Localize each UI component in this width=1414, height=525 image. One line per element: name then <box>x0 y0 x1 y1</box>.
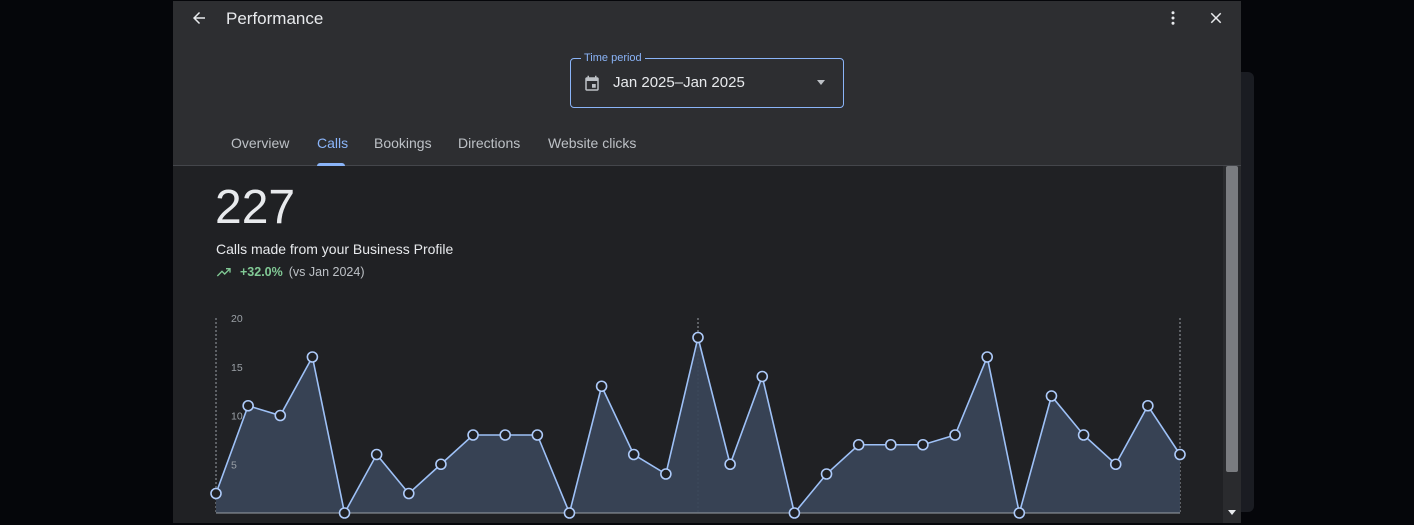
more-options-button[interactable] <box>1161 6 1185 30</box>
close-icon <box>1210 12 1222 24</box>
calls-content: 227 Calls made from your Business Profil… <box>173 166 1223 523</box>
data-point[interactable] <box>949 429 961 441</box>
data-point[interactable] <box>1174 448 1186 461</box>
data-point[interactable] <box>756 370 769 383</box>
data-point[interactable] <box>274 409 287 422</box>
time-period-select[interactable]: Time period Jan 2025–Jan 2025 <box>570 51 844 108</box>
data-point[interactable] <box>467 429 479 441</box>
data-point[interactable] <box>1077 429 1090 441</box>
close-button[interactable] <box>1204 6 1228 30</box>
data-point[interactable] <box>370 448 383 461</box>
data-point[interactable] <box>820 468 833 480</box>
data-point[interactable] <box>338 507 351 519</box>
tab-bar: Overview Calls Bookings Directions Websi… <box>173 123 1241 166</box>
calendar-icon <box>585 75 599 91</box>
arrow-back-icon <box>193 12 205 24</box>
scrollbar[interactable] <box>1223 166 1241 523</box>
scrollbar-thumb[interactable] <box>1226 166 1238 472</box>
y-tick-label: 10 <box>231 411 243 423</box>
back-button[interactable] <box>187 6 211 30</box>
data-point[interactable] <box>1045 390 1058 402</box>
scroll-down-arrow-icon[interactable] <box>1228 510 1236 515</box>
background-panel-edge <box>1240 72 1254 512</box>
tab-calls[interactable]: Calls <box>317 135 348 151</box>
data-point[interactable] <box>660 468 672 480</box>
data-point[interactable] <box>788 507 801 519</box>
tab-bookings[interactable]: Bookings <box>374 135 432 151</box>
tab-website-clicks[interactable]: Website clicks <box>548 135 636 151</box>
data-point[interactable] <box>917 438 929 451</box>
more-vert-icon <box>1171 11 1175 25</box>
data-point[interactable] <box>595 380 608 393</box>
y-tick-label: 15 <box>231 362 243 374</box>
calls-chart: 20 15 10 5 <box>210 313 1186 519</box>
time-period-label: Time period <box>581 51 645 65</box>
y-tick-label: 5 <box>231 459 237 471</box>
dialog-header: Performance Time period Jan 2025–Jan 202… <box>173 1 1241 166</box>
data-point[interactable] <box>531 429 544 441</box>
data-point[interactable] <box>692 331 704 344</box>
data-point[interactable] <box>852 438 865 451</box>
data-point[interactable] <box>627 448 640 461</box>
tab-directions[interactable]: Directions <box>458 135 520 151</box>
data-point[interactable] <box>981 351 994 363</box>
data-point[interactable] <box>242 399 254 412</box>
data-point[interactable] <box>884 438 897 451</box>
time-period-value: Jan 2025–Jan 2025 <box>613 74 745 91</box>
data-point[interactable] <box>435 458 447 471</box>
data-point[interactable] <box>306 351 319 363</box>
series-area <box>216 337 1180 513</box>
data-point[interactable] <box>499 429 512 441</box>
y-tick-label: 20 <box>231 313 243 325</box>
data-point[interactable] <box>563 507 576 519</box>
dialog-title: Performance <box>226 9 324 28</box>
performance-dialog: Performance Time period Jan 2025–Jan 202… <box>173 1 1241 523</box>
data-point[interactable] <box>403 487 415 500</box>
data-point[interactable] <box>210 487 222 500</box>
dropdown-arrow-icon <box>817 80 825 85</box>
data-point[interactable] <box>1142 399 1154 412</box>
data-point[interactable] <box>1013 507 1026 519</box>
tab-overview[interactable]: Overview <box>231 135 289 151</box>
data-point[interactable] <box>724 458 736 471</box>
data-point[interactable] <box>1109 458 1122 471</box>
